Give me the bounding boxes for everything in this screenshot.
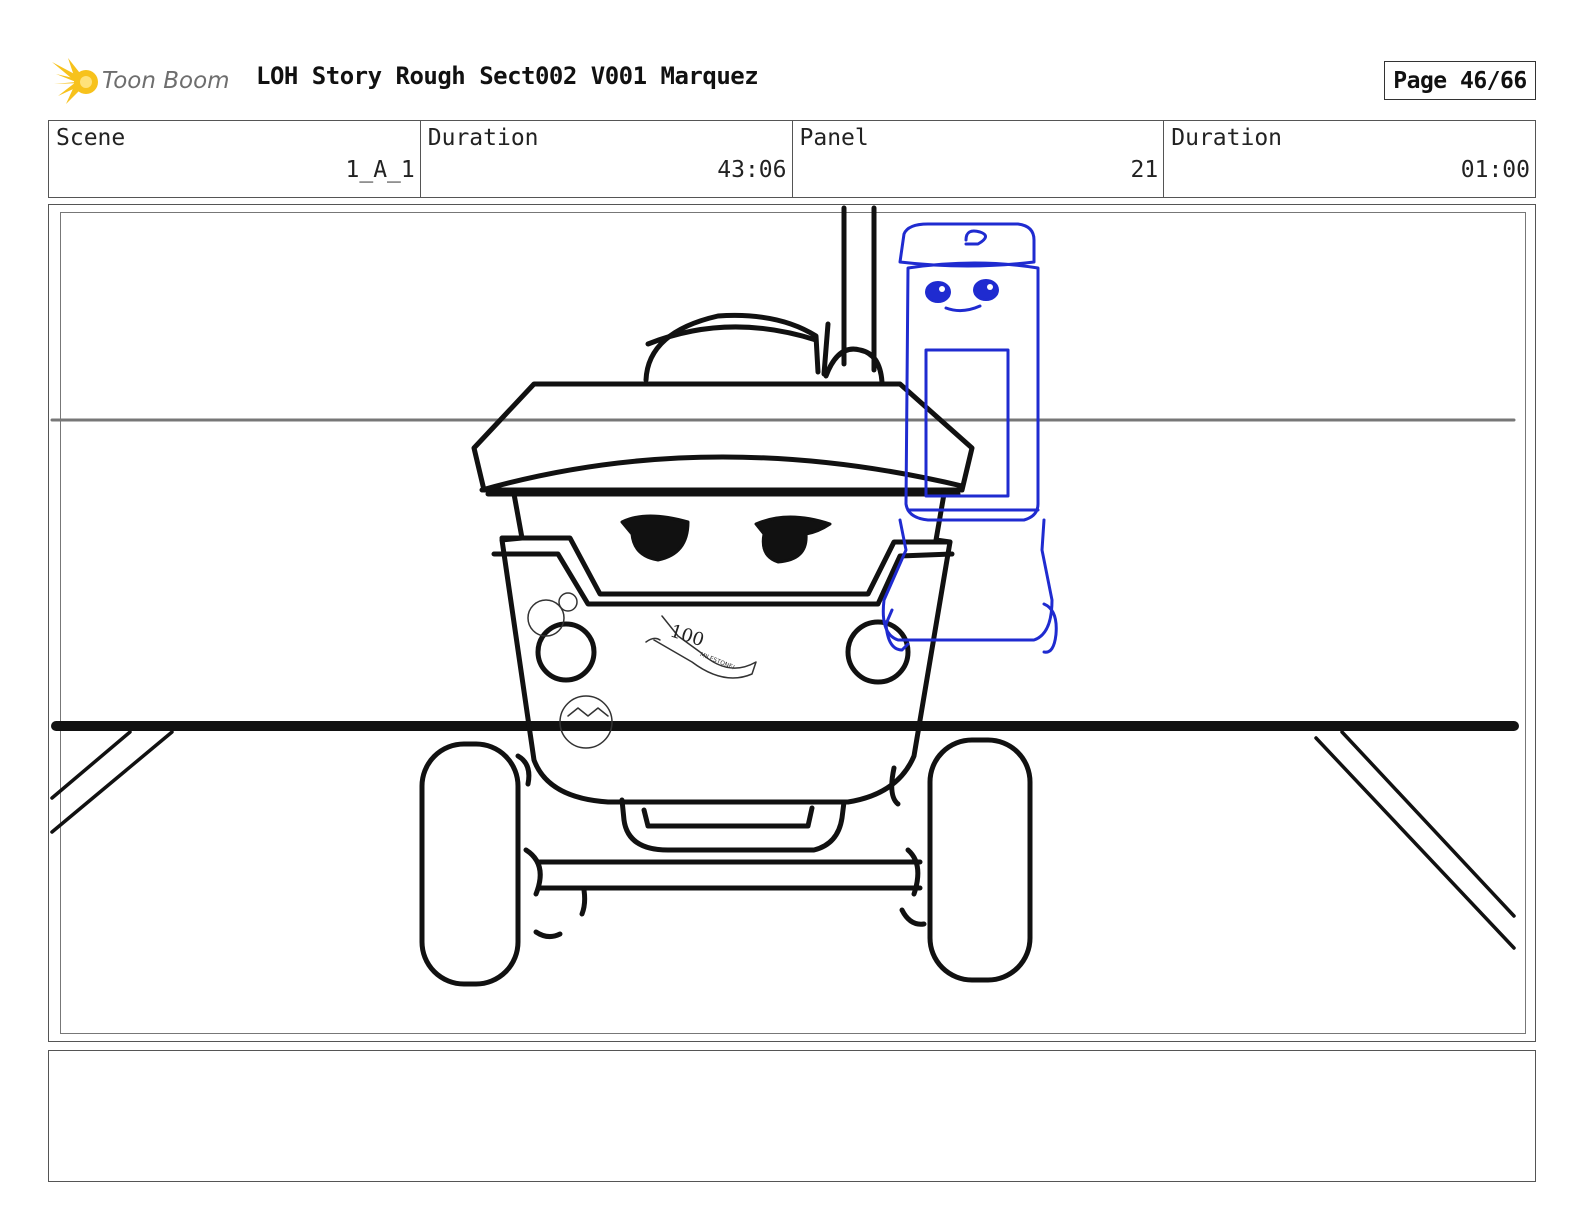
sticker-banner-subtext: MILESTONE! [699,651,736,671]
panel-label: Panel [799,125,869,151]
scene-duration-value: 43:06 [717,157,787,183]
starburst-logo-icon [52,58,98,104]
panel-value: 21 [1130,157,1159,183]
logo-text: Toon Boom [102,68,230,94]
parking-lines [50,730,1516,950]
panel-notes-box [48,1050,1536,1182]
robot-cart [419,205,1033,987]
panel-duration-cell: Duration 01:00 [1164,121,1535,197]
scene-label: Scene [56,125,126,151]
storyboard-drawing: 100 MILESTONE! [48,204,1536,1042]
scene-duration-label: Duration [427,125,539,151]
panel-duration-value: 01:00 [1460,157,1530,183]
toon-boom-logo: Toon Boom [52,56,242,106]
scene-value: 1_A_1 [345,157,415,183]
sticker-banner-text: 100 [667,621,706,652]
cart-eyes [620,514,832,564]
scene-cell: Scene 1_A_1 [49,121,421,197]
storyboard-sketch: 100 MILESTONE! [50,205,1519,987]
panel-duration-label: Duration [1171,125,1283,151]
scene-duration-cell: Duration 43:06 [421,121,793,197]
panel-info-row: Scene 1_A_1 Duration 43:06 Panel 21 Dura… [48,120,1536,198]
document-title: LOH Story Rough Sect002 V001 Marquez [256,62,759,90]
kiosk-robot [881,222,1058,654]
kiosk-robot-eyes [925,279,999,303]
page-indicator: Page 46/66 [1384,61,1536,100]
panel-cell: Panel 21 [793,121,1165,197]
